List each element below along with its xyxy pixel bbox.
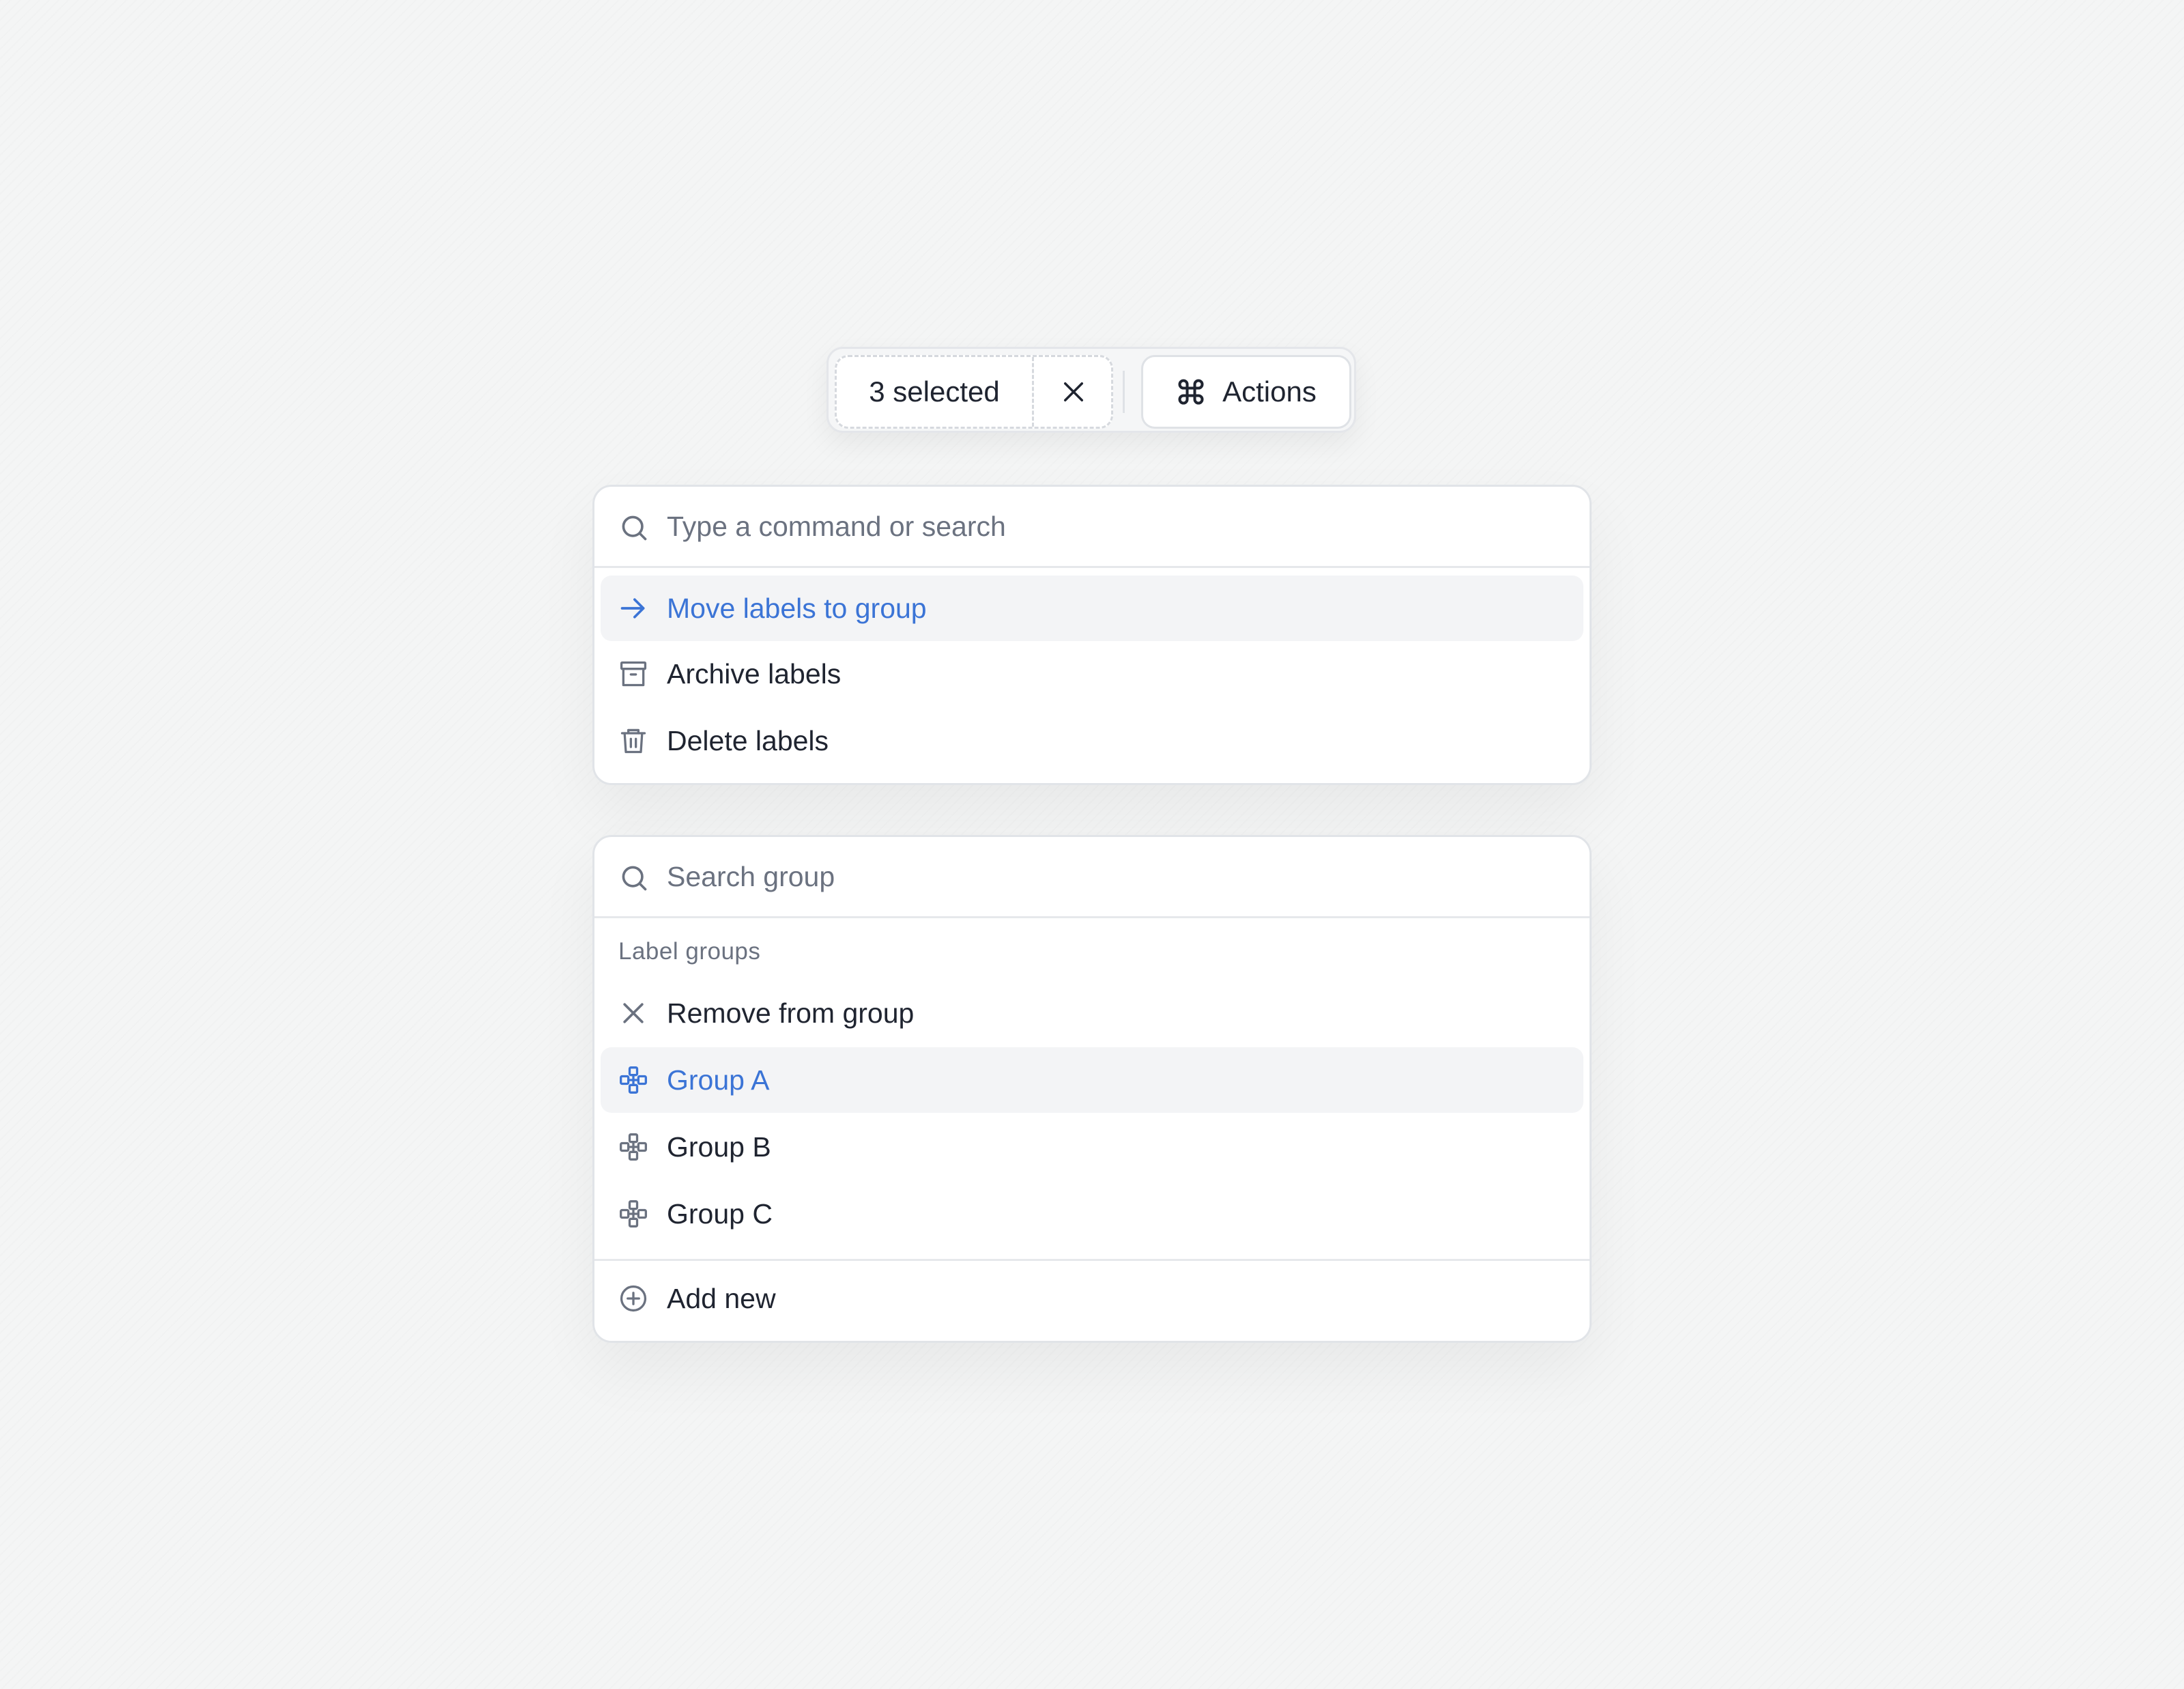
menu-item-group-b[interactable]: Group B [601,1114,1583,1180]
group-icon [620,1133,647,1161]
group-search-row [594,837,1590,918]
plus-circle-icon [620,1285,647,1312]
menu-item-delete-labels[interactable]: Delete labels [601,708,1583,773]
search-icon [622,515,647,541]
group-search-input[interactable] [667,851,1554,903]
group-menu: Label groups Remove from group Group A G… [592,835,1592,1343]
selection-divider [1032,357,1034,427]
menu-item-label: Delete labels [667,724,829,756]
group-icon [620,1200,647,1227]
selection-count: 3 selected [869,375,1000,408]
menu-item-move-labels[interactable]: Move labels to group [601,576,1583,641]
arrow-right-icon [620,598,645,619]
actions-button[interactable]: Actions [1141,355,1351,429]
group-icon [620,1066,647,1094]
actions-label: Actions [1222,375,1317,408]
add-new-label: Add new [667,1282,776,1314]
menu-item-label: Group A [667,1064,770,1096]
menu-item-group-a[interactable]: Group A [601,1047,1583,1113]
footer-divider [594,1259,1590,1261]
menu-item-label: Remove from group [667,997,915,1029]
menu-item-remove-from-group[interactable]: Remove from group [601,980,1583,1046]
command-search-row [594,487,1590,568]
menu-item-label: Archive labels [667,657,842,690]
menu-item-archive-labels[interactable]: Archive labels [601,641,1583,707]
toolbar-separator [1123,371,1125,413]
selection-group: 3 selected [835,355,1113,429]
close-icon [1064,382,1083,401]
trash-icon [620,728,646,754]
section-heading: Label groups [618,938,761,965]
command-menu: Move labels to group Archive labels Dele… [592,485,1592,785]
archive-icon [620,661,647,687]
close-icon [623,1003,644,1023]
menu-item-label: Move labels to group [667,592,927,624]
command-icon [1178,379,1204,405]
menu-item-label: Group C [667,1197,773,1230]
clear-selection-button[interactable] [1036,357,1111,427]
selection-toolbar: 3 selected Actions [827,347,1356,433]
menu-item-group-c[interactable]: Group C [601,1181,1583,1247]
command-search-input[interactable] [667,500,1554,552]
menu-item-label: Group B [667,1131,771,1163]
add-new-group-button[interactable]: Add new [601,1266,1583,1331]
search-icon [622,866,647,891]
